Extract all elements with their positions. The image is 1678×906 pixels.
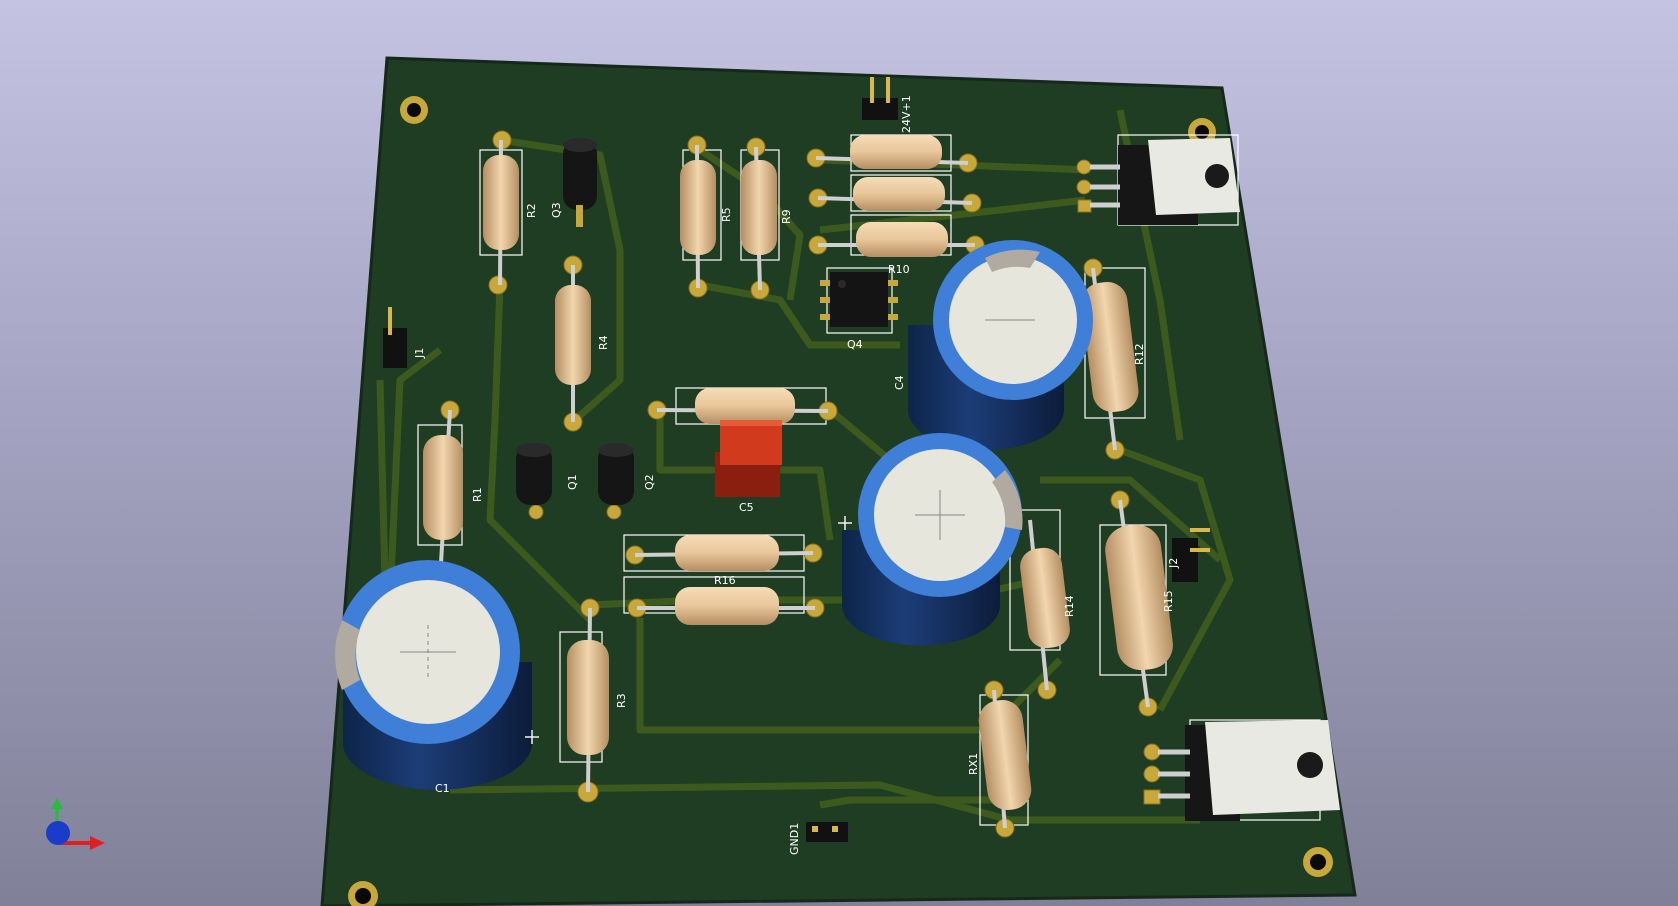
label-r16: R16 xyxy=(714,574,736,587)
connector-gnd1[interactable] xyxy=(806,822,848,842)
label-q4: Q4 xyxy=(847,338,863,351)
label-r15: R15 xyxy=(1162,590,1175,612)
label-q1: Q1 xyxy=(566,474,579,490)
label-c1: C1 xyxy=(435,782,450,795)
capacitor-c5[interactable] xyxy=(715,420,782,497)
label-r1: R1 xyxy=(471,487,484,502)
label-c5: C5 xyxy=(739,501,754,514)
label-r3: R3 xyxy=(615,693,628,708)
label-rx1: RX1 xyxy=(967,753,980,775)
label-q2: Q2 xyxy=(643,474,656,490)
label-j1: J1 xyxy=(413,348,426,359)
label-r14: R14 xyxy=(1063,595,1076,617)
label-24v: 24V+1 xyxy=(900,95,913,133)
label-r4: R4 xyxy=(597,335,610,350)
label-r2: R2 xyxy=(525,203,538,218)
label-q3: Q3 xyxy=(550,202,563,218)
label-c4: C4 xyxy=(893,375,906,390)
3d-pcb-viewport[interactable]: R2 Q3 R5 R9 24V+1 R10 R4 J1 Q4 C4 R12 Q1… xyxy=(0,0,1678,906)
label-gnd1: GND1 xyxy=(788,823,801,855)
transistor-q1[interactable] xyxy=(516,443,552,505)
regulator-bottom[interactable] xyxy=(1158,720,1340,821)
label-r10: R10 xyxy=(888,263,910,276)
label-j2: J2 xyxy=(1167,558,1180,569)
ic-q4[interactable] xyxy=(820,272,898,327)
label-r5: R5 xyxy=(720,207,733,222)
label-r9: R9 xyxy=(780,209,793,224)
label-r12: R12 xyxy=(1133,343,1146,365)
transistor-q2[interactable] xyxy=(598,443,634,505)
z-axis-sphere xyxy=(46,821,70,845)
axis-orientation-gizmo xyxy=(46,798,105,850)
